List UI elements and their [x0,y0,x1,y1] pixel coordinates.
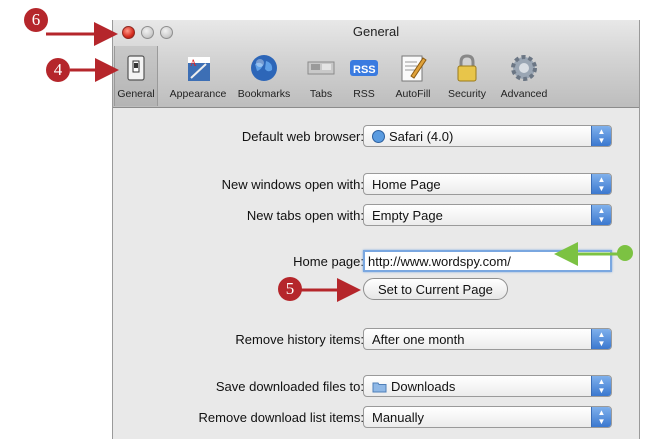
tab-rss-label: RSS [353,88,375,100]
rss-icon: RSS [350,60,378,76]
tab-bookmarks[interactable]: Bookmarks [232,52,296,106]
default-browser-row: Default web browser: Safari (4.0) ▲ ▼ [113,125,639,149]
general-pane: Default web browser: Safari (4.0) ▲ ▼ New… [113,109,639,439]
tab-security-label: Security [448,88,486,100]
popup-arrows-icon: ▲ ▼ [591,205,611,225]
new-windows-value: Home Page [372,177,441,192]
tab-general[interactable]: General [114,46,158,106]
popup-arrows-icon: ▲ ▼ [591,376,611,396]
bookmarks-globe-icon [251,55,277,81]
save-downloads-value: Downloads [391,379,456,394]
set-to-current-page-button[interactable]: Set to Current Page [363,278,508,300]
new-windows-row: New windows open with: Home Page ▲ ▼ [113,173,639,197]
remove-downloads-value: Manually [372,410,425,425]
preferences-toolbar: General A Appearance Bookmarks Tabs RSS … [113,46,639,106]
default-browser-popup[interactable]: Safari (4.0) ▲ ▼ [363,125,612,147]
popup-arrows-icon: ▲ ▼ [591,126,611,146]
save-downloads-popup[interactable]: Downloads ▲ ▼ [363,375,612,397]
save-downloads-label: Save downloaded files to: [215,379,364,394]
title-bar: General General A Appearance Bookmarks T… [113,20,639,108]
popup-arrows-icon: ▲ ▼ [591,174,611,194]
remove-downloads-popup[interactable]: Manually ▲ ▼ [363,406,612,428]
remove-downloads-row: Remove download list items: Manually ▲ ▼ [113,406,639,430]
tab-autofill-label: AutoFill [395,88,431,100]
tab-general-label: General [117,88,155,100]
window-title: General [352,24,400,39]
tab-tabs[interactable]: Tabs [301,52,341,106]
home-page-row: Home page: http://www.wordspy.com/ [113,250,639,274]
popup-arrows-icon: ▲ ▼ [591,407,611,427]
new-tabs-label: New tabs open with: [246,208,364,223]
new-windows-popup[interactable]: Home Page ▲ ▼ [363,173,612,195]
safari-compass-icon [372,130,385,143]
remove-history-value: After one month [372,332,465,347]
callout-4-badge: 4 [46,58,70,82]
autofill-icon [401,55,427,82]
home-page-label: Home page: [293,254,364,269]
remove-history-popup[interactable]: After one month ▲ ▼ [363,328,612,350]
advanced-gear-icon [511,55,537,81]
tab-security[interactable]: Security [443,52,491,106]
new-windows-label: New windows open with: [221,177,364,192]
default-browser-value: Safari (4.0) [389,129,454,144]
general-switch-icon [127,55,145,81]
security-lock-icon [457,54,477,82]
callout-6-badge: 6 [24,8,48,32]
set-current-row: Set to Current Page [113,278,639,302]
remove-downloads-label: Remove download list items: [198,410,364,425]
save-downloads-row: Save downloaded files to: Downloads ▲ ▼ [113,375,639,399]
svg-text:A: A [190,58,197,68]
appearance-icon: A [188,57,210,81]
tab-appearance[interactable]: A Appearance [167,52,229,106]
downloads-folder-icon [372,382,387,393]
home-page-field[interactable]: http://www.wordspy.com/ [363,250,612,272]
tab-rss[interactable]: RSS RSS [344,52,384,106]
tab-advanced[interactable]: Advanced [493,52,555,106]
svg-text:RSS: RSS [353,64,376,76]
remove-history-label: Remove history items: [235,332,364,347]
tab-tabs-label: Tabs [309,88,333,100]
callout-5-badge: 5 [278,277,302,301]
new-tabs-row: New tabs open with: Empty Page ▲ ▼ [113,204,639,228]
new-tabs-value: Empty Page [372,208,443,223]
tab-bookmarks-label: Bookmarks [237,88,291,100]
new-tabs-popup[interactable]: Empty Page ▲ ▼ [363,204,612,226]
default-browser-label: Default web browser: [241,129,364,144]
remove-history-row: Remove history items: After one month ▲ ▼ [113,328,639,352]
tab-autofill[interactable]: AutoFill [388,52,438,106]
popup-arrows-icon: ▲ ▼ [591,329,611,349]
tab-advanced-label: Advanced [500,88,548,100]
tabs-icon [307,61,335,75]
preferences-window: General General A Appearance Bookmarks T… [112,20,640,439]
tab-appearance-label: Appearance [169,88,227,100]
